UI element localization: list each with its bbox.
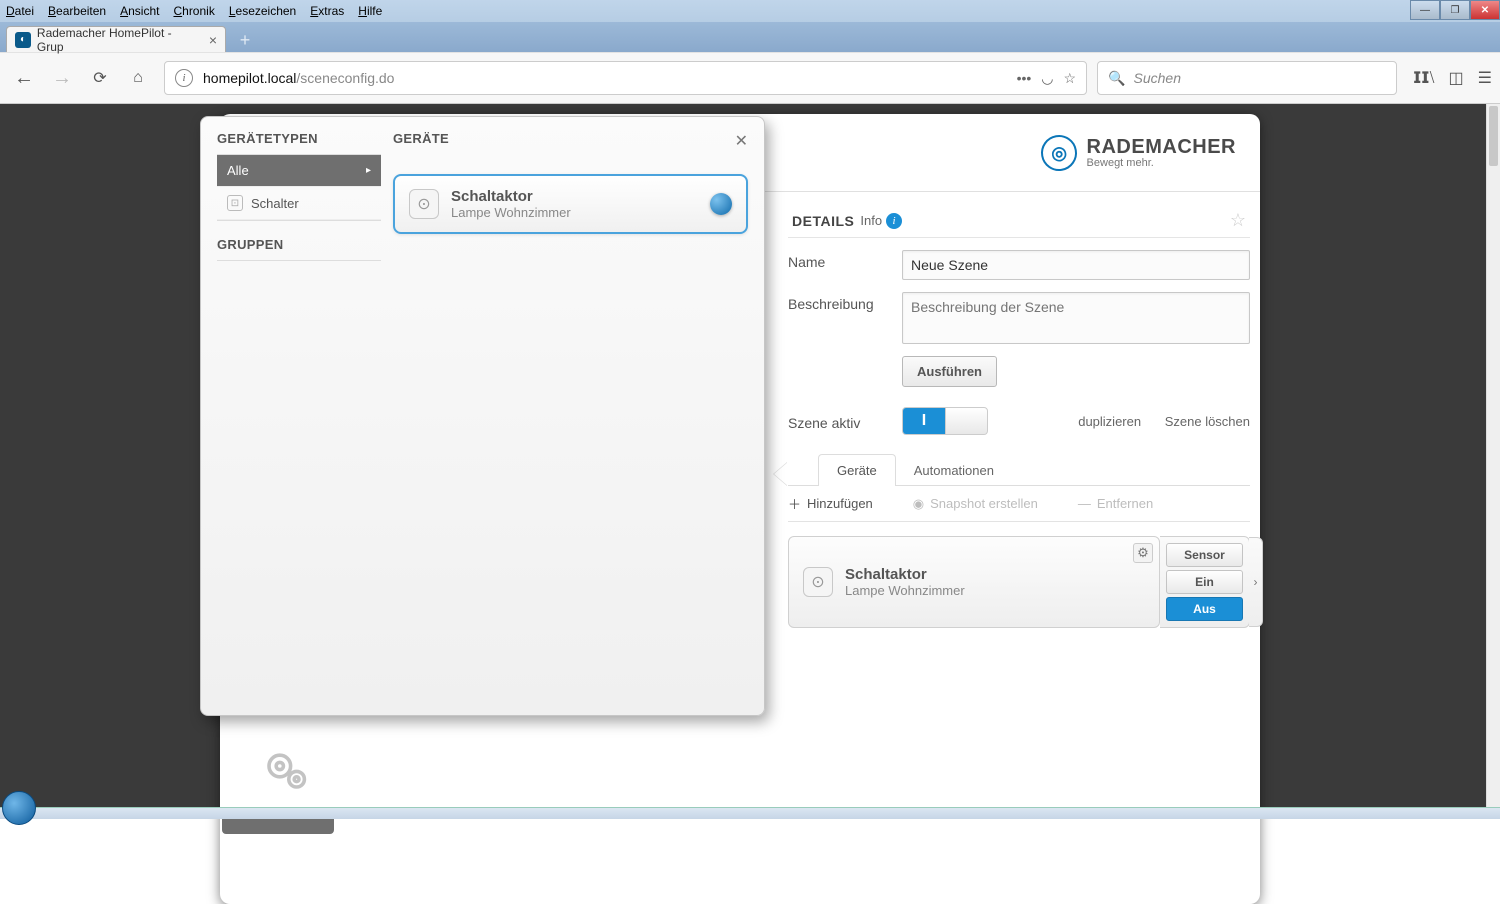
menu-datei[interactable]: Datei <box>6 4 34 18</box>
delete-scene-link[interactable]: Szene löschen <box>1165 414 1250 429</box>
switch-icon: ⊡ <box>227 195 243 211</box>
label-description: Beschreibung <box>788 292 902 312</box>
tile-device-location: Lampe Wohnzimmer <box>451 205 571 220</box>
details-panel: DETAILS Info i ☆ Name Beschreibung Ausfü… <box>788 204 1250 628</box>
scene-device-card: ⚙ ⊙ Schaltaktor Lampe Wohnzimmer Sensor … <box>788 536 1250 628</box>
tab-title: Rademacher HomePilot - Grup <box>37 26 201 54</box>
back-button[interactable]: ← <box>8 62 40 94</box>
status-indicator-icon <box>710 193 732 215</box>
gears-icon <box>242 737 332 807</box>
home-button[interactable]: ⌂ <box>122 62 154 94</box>
category-schalter[interactable]: ⊡Schalter <box>217 187 381 220</box>
url-path: /sceneconfig.do <box>296 70 394 86</box>
device-location: Lampe Wohnzimmer <box>845 583 965 598</box>
scrollbar-thumb[interactable] <box>1489 106 1498 166</box>
chevron-right-icon: ▸ <box>366 165 371 176</box>
new-tab-button[interactable]: + <box>232 30 258 52</box>
os-taskbar[interactable] <box>0 807 1500 819</box>
plug-icon: ⊙ <box>803 567 833 597</box>
device-tile-schaltaktor[interactable]: ⊙ Schaltaktor Lampe Wohnzimmer <box>393 174 748 234</box>
menu-lesezeichen[interactable]: Lesezeichen <box>229 4 296 18</box>
option-aus[interactable]: Aus <box>1166 597 1243 621</box>
scene-active-toggle[interactable]: I <box>902 407 988 435</box>
library-icon[interactable]: 𝗜𝗜⧵ <box>1413 68 1434 88</box>
url-host: homepilot.local <box>203 70 296 86</box>
url-bar[interactable]: i homepilot.local/sceneconfig.do ••• ◡ ☆ <box>164 61 1087 95</box>
brand-logo-icon: ◎ <box>1038 132 1080 174</box>
option-sensor[interactable]: Sensor <box>1166 543 1243 567</box>
plug-icon: ⊙ <box>409 189 439 219</box>
info-icon[interactable]: i <box>886 213 902 229</box>
device-picker-popup: ✕ GERÄTETYPEN Alle▸ ⊡Schalter GRUPPEN GE… <box>200 116 765 716</box>
menu-ansicht[interactable]: Ansicht <box>120 4 159 18</box>
device-actionbar: ＋Hinzufügen ◉Snapshot erstellen —Entfern… <box>788 486 1250 522</box>
category-alle[interactable]: Alle▸ <box>217 155 381 187</box>
page-actions-icon[interactable]: ••• <box>1017 70 1032 86</box>
duplicate-link[interactable]: duplizieren <box>1078 414 1141 429</box>
tile-device-name: Schaltaktor <box>451 188 571 205</box>
tab-automations[interactable]: Automationen <box>895 454 1013 486</box>
browser-tab-active[interactable]: ◐ Rademacher HomePilot - Grup × <box>6 26 226 52</box>
device-state-options: Sensor Ein Aus › <box>1160 536 1250 628</box>
menu-chronik[interactable]: Chronik <box>173 4 214 18</box>
close-window-button[interactable]: ✕ <box>1470 0 1500 20</box>
expand-handle[interactable]: › <box>1249 537 1263 627</box>
minimize-button[interactable]: — <box>1410 0 1440 20</box>
menu-hilfe[interactable]: Hilfe <box>358 4 382 18</box>
window-controls: — ❐ ✕ <box>1410 0 1500 20</box>
details-title: DETAILS <box>792 213 854 229</box>
heading-geraetetypen: GERÄTETYPEN <box>217 131 381 146</box>
tab-close-button[interactable]: × <box>209 32 217 48</box>
bookmark-star-icon[interactable]: ☆ <box>1064 70 1077 87</box>
menu-hamburger-icon[interactable]: ☰ <box>1478 68 1492 88</box>
search-placeholder: Suchen <box>1134 70 1181 86</box>
site-info-icon[interactable]: i <box>175 69 193 87</box>
sidebar-icon[interactable]: ◫ <box>1449 68 1464 88</box>
label-scene-active: Szene aktiv <box>788 411 902 431</box>
brand: ◎ RADEMACHER Bewegt mehr. <box>1041 135 1236 171</box>
scene-name-input[interactable] <box>902 250 1250 280</box>
search-bar[interactable]: 🔍 Suchen <box>1097 61 1397 95</box>
toggle-on-indicator: I <box>903 408 945 434</box>
camera-icon: ◉ <box>913 496 924 512</box>
reload-button[interactable]: ⟳ <box>84 62 116 94</box>
snapshot-button[interactable]: ◉Snapshot erstellen <box>913 494 1038 513</box>
favicon-icon: ◐ <box>15 32 31 48</box>
favorite-star-icon[interactable]: ☆ <box>1230 210 1246 231</box>
page-scrollbar[interactable] <box>1486 104 1500 819</box>
add-device-button[interactable]: ＋Hinzufügen <box>788 494 873 513</box>
device-name: Schaltaktor <box>845 566 965 583</box>
heading-gruppen: GRUPPEN <box>217 237 381 252</box>
tab-devices[interactable]: Geräte <box>818 454 896 486</box>
toggle-knob <box>945 408 987 434</box>
scene-description-input[interactable] <box>902 292 1250 344</box>
device-card-body[interactable]: ⚙ ⊙ Schaltaktor Lampe Wohnzimmer <box>788 536 1160 628</box>
browser-toolbar: ← → ⟳ ⌂ i homepilot.local/sceneconfig.do… <box>0 52 1500 104</box>
detail-tabs: Geräte Automationen <box>788 453 1250 486</box>
device-settings-gear-icon[interactable]: ⚙ <box>1133 543 1153 563</box>
browser-menubar: Datei Bearbeiten Ansicht Chronik Lesezei… <box>0 0 1500 22</box>
start-button[interactable] <box>2 791 36 825</box>
plus-icon: ＋ <box>788 494 801 513</box>
maximize-button[interactable]: ❐ <box>1440 0 1470 20</box>
search-icon: 🔍 <box>1108 70 1125 87</box>
menu-bearbeiten[interactable]: Bearbeiten <box>48 4 106 18</box>
execute-button[interactable]: Ausführen <box>902 356 997 387</box>
minus-icon: — <box>1078 496 1091 511</box>
pocket-icon[interactable]: ◡ <box>1041 70 1053 87</box>
browser-tabstrip: ◐ Rademacher HomePilot - Grup × + <box>0 22 1500 52</box>
heading-geraete: GERÄTE <box>393 131 748 146</box>
option-ein[interactable]: Ein <box>1166 570 1243 594</box>
details-info-label: Info <box>860 213 882 228</box>
tab-pointer-icon <box>774 462 788 486</box>
remove-device-button[interactable]: —Entfernen <box>1078 494 1153 513</box>
label-name: Name <box>788 250 902 270</box>
details-header: DETAILS Info i ☆ <box>788 204 1250 238</box>
brand-name: RADEMACHER <box>1087 136 1236 159</box>
device-type-list: Alle▸ ⊡Schalter <box>217 154 381 221</box>
menu-extras[interactable]: Extras <box>310 4 344 18</box>
forward-button[interactable]: → <box>46 62 78 94</box>
